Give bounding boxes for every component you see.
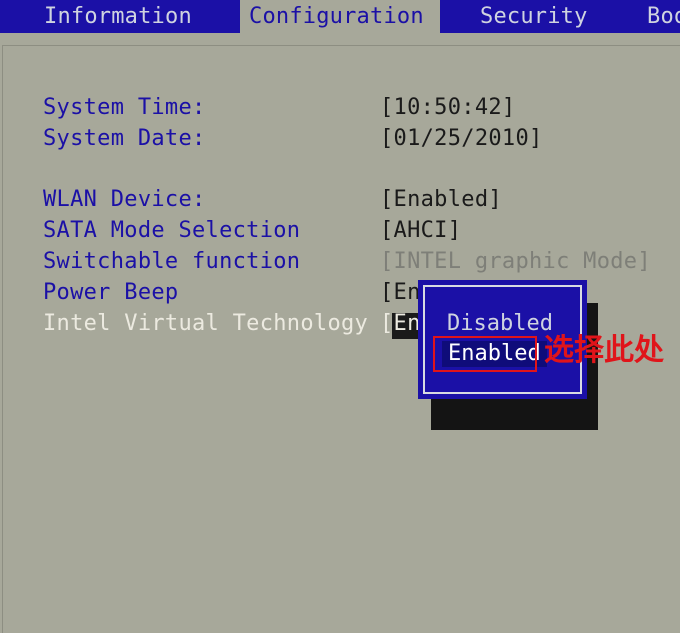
tab-information[interactable]: Information bbox=[36, 0, 240, 33]
system-date-value[interactable]: [01/25/2010] bbox=[380, 126, 543, 152]
tab-security[interactable]: Security bbox=[480, 0, 588, 33]
power-beep-label: Power Beep bbox=[43, 280, 179, 305]
wlan-device-value[interactable]: [Enabled] bbox=[380, 187, 502, 213]
annotation-text: 选择此处 bbox=[544, 333, 664, 368]
power-beep-value[interactable]: [En bbox=[380, 280, 421, 306]
system-time-label: System Time: bbox=[43, 95, 206, 120]
sata-mode-value[interactable]: [AHCI] bbox=[380, 218, 461, 244]
system-date-label: System Date: bbox=[43, 126, 206, 151]
tab-bar: Information Configuration Security Boo bbox=[0, 0, 680, 33]
option-disabled[interactable]: Disabled bbox=[447, 311, 553, 337]
bios-screen: Information Configuration Security Boo S… bbox=[0, 0, 680, 633]
switchable-function-label: Switchable function bbox=[43, 249, 301, 274]
system-time-value[interactable]: [10:50:42] bbox=[380, 95, 515, 121]
intel-vt-value[interactable]: [En bbox=[380, 311, 421, 337]
intel-vt-label: Intel Virtual Technology bbox=[43, 311, 369, 336]
tab-boot[interactable]: Boo bbox=[647, 0, 680, 33]
wlan-device-label: WLAN Device: bbox=[43, 187, 206, 212]
annotation-highlight-box bbox=[433, 336, 537, 372]
sata-mode-label: SATA Mode Selection bbox=[43, 218, 301, 243]
tab-configuration[interactable]: Configuration bbox=[240, 0, 440, 33]
switchable-function-value: [INTEL graphic Mode] bbox=[380, 249, 651, 274]
